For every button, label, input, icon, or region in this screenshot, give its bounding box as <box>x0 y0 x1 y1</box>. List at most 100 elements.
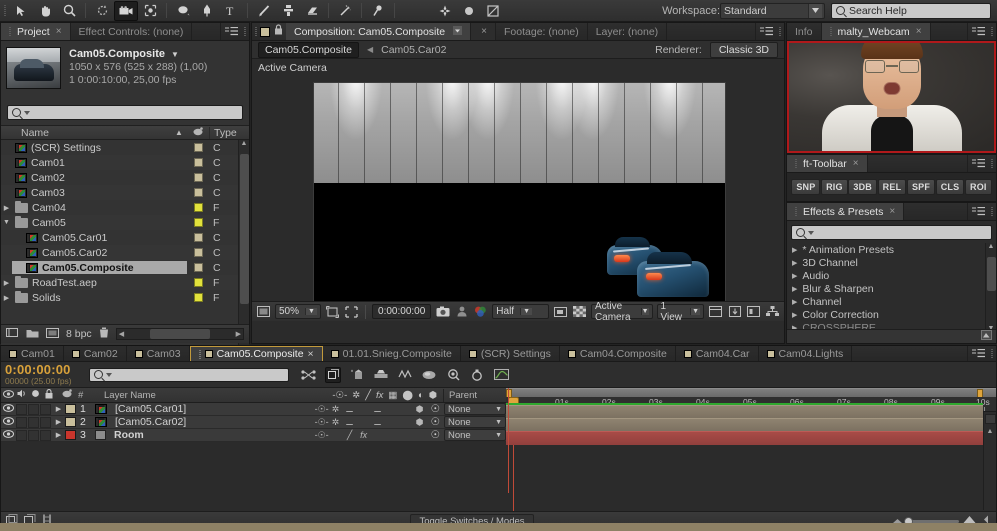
composition-canvas[interactable] <box>313 82 726 308</box>
layer-bar-room[interactable] <box>506 431 983 445</box>
parent-column[interactable]: Parent <box>444 390 506 401</box>
layer-visibility-icon[interactable] <box>1 404 16 414</box>
new-animation-preset-icon[interactable] <box>981 330 992 343</box>
collapse-switch[interactable]: ✲ <box>329 417 343 428</box>
ft-button-rel[interactable]: REL <box>877 179 907 195</box>
project-panel-menu-icon[interactable] <box>221 23 241 40</box>
effects-vertical-scrollbar[interactable]: ▲ ▼ <box>985 243 996 333</box>
list-item[interactable]: ▶ Solids F <box>1 290 249 305</box>
ft-toolbar-panel-menu-icon[interactable] <box>968 155 988 172</box>
hand-tool-icon[interactable] <box>33 1 57 21</box>
table-row[interactable]: ▶ 2 [Cam05.Car02] -☉- ✲ ⚊ ⚊ ⬢ ☉ None ▼ <box>1 416 506 429</box>
effects-panel-drag-handle[interactable] <box>988 203 996 220</box>
tab-composition[interactable]: Composition: Cam05.Composite <box>286 23 472 40</box>
chevron-down-icon[interactable] <box>453 25 463 38</box>
label-swatch[interactable] <box>187 188 209 197</box>
selected-comp-name[interactable]: Cam05.Composite ▼ <box>69 48 207 61</box>
type-tool-icon[interactable]: T <box>219 1 243 21</box>
table-row[interactable]: ▶ 1 [Cam05.Car01] -☉- ✲ ⚊ ⚊ ⬢ ☉ None ▼ <box>1 403 506 416</box>
list-item[interactable]: ▶ Color Correction <box>787 308 996 321</box>
timeline-vertical-scrollbar[interactable]: ▲ <box>983 412 996 510</box>
timeline-tab-cam02[interactable]: Cam02 <box>63 346 127 361</box>
label-swatch[interactable] <box>187 173 209 182</box>
list-item[interactable]: ▶ Blur & Sharpen <box>787 282 996 295</box>
shape-tool-icon[interactable] <box>171 1 195 21</box>
resolution-region-icon[interactable] <box>325 304 340 319</box>
twirl-icon[interactable]: ▶ <box>792 272 797 280</box>
renderer-value[interactable]: Classic 3D <box>709 41 778 58</box>
layer-label-swatch[interactable] <box>65 404 76 414</box>
twirl-icon[interactable]: ▶ <box>792 259 797 267</box>
tab-project[interactable]: Project × <box>1 23 71 40</box>
workspace-select[interactable]: Standard <box>720 2 825 19</box>
chevron-down-icon[interactable]: ▼ <box>171 50 179 59</box>
toggle-transparency-grid-icon[interactable] <box>572 304 587 319</box>
auto-keyframe-icon[interactable] <box>469 367 485 383</box>
list-item[interactable]: Cam05.Car02 C <box>1 245 249 260</box>
close-icon[interactable]: × <box>889 206 895 217</box>
close-icon[interactable]: × <box>916 26 922 37</box>
timeline-current-time[interactable]: 0:00:00:00 00000 (25.00 fps) <box>1 363 85 386</box>
scroll-up-icon[interactable]: ▲ <box>984 428 996 435</box>
list-item[interactable]: ▼ Cam05 F <box>1 215 249 230</box>
ft-button-rig[interactable]: RIG <box>821 179 848 195</box>
parent-pickwhip-icon[interactable]: ☉ <box>431 429 440 441</box>
list-item[interactable]: ▶ * Animation Presets <box>787 243 996 256</box>
roto-brush-tool-icon[interactable] <box>333 1 357 21</box>
layer-visibility-icon[interactable] <box>1 430 16 440</box>
shy-switch[interactable]: -☉- <box>315 430 329 441</box>
layer-label-swatch[interactable] <box>65 417 76 427</box>
label-swatch[interactable] <box>187 233 209 242</box>
layer-name-column[interactable]: Layer Name <box>94 390 332 401</box>
bit-depth-label[interactable]: 8 bpc <box>66 328 92 340</box>
brainstorm-icon[interactable] <box>421 367 437 383</box>
quality-switch[interactable]: ⚊ <box>343 417 357 428</box>
graph-curves-icon[interactable] <box>493 367 509 383</box>
search-help-input[interactable]: Search Help <box>831 2 991 19</box>
item-name-wrap[interactable]: Cam02 <box>12 171 187 184</box>
zoom-tool-icon[interactable] <box>57 1 81 21</box>
breadcrumb-active[interactable]: Cam05.Composite <box>258 41 359 58</box>
list-item[interactable]: Cam02 C <box>1 170 249 185</box>
column-type[interactable]: Type <box>209 126 249 139</box>
twirl-icon[interactable]: ▶ <box>1 279 12 287</box>
table-row[interactable]: ▶ 3 Room -☉- ╱ fx ☉ None ▼ <box>1 429 506 442</box>
label-swatch[interactable] <box>187 218 209 227</box>
orbit-camera-tool-icon[interactable] <box>457 1 481 21</box>
enable-frame-blending-icon[interactable] <box>373 367 389 383</box>
layer-label-swatch[interactable] <box>65 430 76 440</box>
parent-pickwhip-icon[interactable]: ☉ <box>431 403 440 415</box>
scroll-up-icon[interactable]: ▲ <box>986 243 996 250</box>
camera-tool-icon[interactable] <box>114 0 138 21</box>
zoom-level-select[interactable]: 50% ▼ <box>275 304 322 319</box>
layer-solo-toggle[interactable] <box>28 416 39 428</box>
effects-panel-menu-icon[interactable] <box>968 203 988 220</box>
timeline-panel-menu-icon[interactable] <box>968 346 988 361</box>
list-item[interactable]: ▶ Cam04 F <box>1 200 249 215</box>
layer-name[interactable]: [Cam05.Car02] <box>95 416 315 428</box>
ft-button-roi[interactable]: ROI <box>965 179 992 195</box>
timeline-tab-scr-settings[interactable]: (SCR) Settings <box>460 346 560 361</box>
scroll-left-icon[interactable]: ◀ <box>119 330 124 338</box>
timeline-tab-cam04-car[interactable]: Cam04.Car <box>675 346 759 361</box>
tab-malty-webcam[interactable]: malty_Webcam × <box>821 23 931 40</box>
hide-shy-layers-icon[interactable] <box>349 367 365 383</box>
camera-select[interactable]: Active Camera ▼ <box>590 301 653 321</box>
always-preview-icon[interactable] <box>256 304 271 319</box>
channel-selector-icon[interactable] <box>473 304 488 319</box>
puppet-pin-tool-icon[interactable] <box>366 1 390 21</box>
draft-3d-icon[interactable] <box>325 366 341 383</box>
label-column-icon[interactable] <box>187 126 209 139</box>
current-time-display[interactable]: 0:00:00:00 <box>372 304 432 319</box>
delete-icon[interactable] <box>99 327 109 341</box>
twirl-icon[interactable]: ▶ <box>1 204 12 212</box>
list-item[interactable]: Cam03 C <box>1 185 249 200</box>
new-folder-icon[interactable] <box>26 328 39 341</box>
parent-select[interactable]: None ▼ <box>444 416 506 428</box>
item-name-wrap[interactable]: Cam05.Car01 <box>12 231 187 244</box>
ft-button-snp[interactable]: SNP <box>791 179 821 195</box>
layer-lock-toggle[interactable] <box>40 403 51 415</box>
list-item[interactable]: Cam05.Car01 C <box>1 230 249 245</box>
shy-switch[interactable]: -☉- <box>315 417 329 428</box>
tab-info[interactable]: Info <box>787 23 822 40</box>
